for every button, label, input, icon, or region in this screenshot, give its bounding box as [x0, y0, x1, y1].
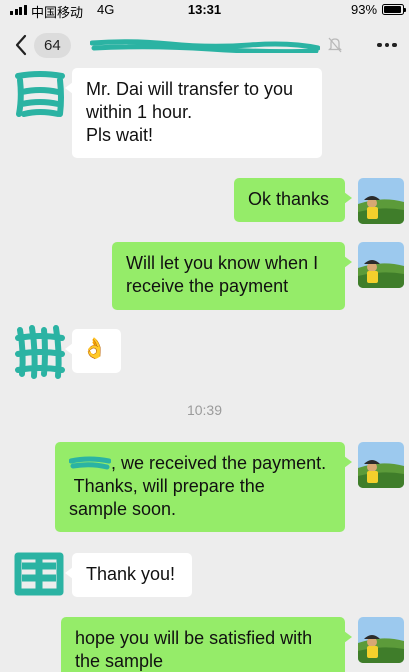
avatar-photo-icon	[358, 617, 404, 663]
contact-avatar-redacted[interactable]	[14, 70, 66, 118]
message-text-line: hope you will be satisfied with	[75, 628, 313, 648]
message-bubble-outgoing[interactable]: Ok thanks	[234, 178, 352, 222]
battery-percent: 93%	[351, 2, 378, 17]
message-bubble-incoming[interactable]: Thank you!	[65, 553, 192, 597]
avatar-photo-icon	[358, 442, 404, 488]
message-text-fragment: , we received the payment.	[111, 453, 327, 473]
message-text-line: receive the payment	[126, 276, 289, 296]
my-avatar[interactable]	[358, 178, 404, 224]
message-bubble-outgoing[interactable]: , we received the payment. Thanks, will …	[55, 442, 352, 532]
mute-notification-icon	[328, 37, 342, 53]
more-dot-icon	[384, 42, 390, 48]
message-bubble-incoming[interactable]: 👌	[65, 329, 121, 373]
message-text-line: Pls wait!	[86, 125, 154, 145]
contact-avatar-redacted[interactable]	[14, 550, 64, 598]
status-bar: 中国移动 4G 13:31 93%	[0, 0, 409, 20]
message-text-line: Will let you know when I	[126, 253, 319, 273]
chat-title[interactable]	[90, 33, 320, 55]
timestamp-divider: 10:39	[186, 402, 223, 418]
contact-avatar-redacted[interactable]	[14, 324, 66, 380]
battery-icon	[382, 4, 406, 15]
message-bubble-incoming[interactable]: Mr. Dai will transfer to you within 1 ho…	[65, 68, 322, 158]
redaction-scribble	[90, 39, 320, 53]
more-dot-icon	[392, 42, 397, 48]
message-bubble-outgoing[interactable]: Will let you know when I receive the pay…	[112, 242, 352, 310]
more-options-button[interactable]	[372, 34, 402, 56]
clock: 13:31	[187, 2, 222, 17]
my-avatar[interactable]	[358, 442, 404, 488]
back-button[interactable]: 64	[14, 30, 74, 60]
message-text-line: Thank you!	[86, 564, 176, 584]
avatar-photo-icon	[358, 178, 404, 224]
my-avatar[interactable]	[358, 242, 404, 288]
battery-level-fill	[384, 6, 401, 13]
my-avatar[interactable]	[358, 617, 404, 663]
more-dot-icon	[377, 42, 382, 48]
message-bubble-outgoing[interactable]: hope you will be satisfied with the samp…	[61, 617, 352, 672]
message-text-line: within 1 hour.	[86, 102, 193, 122]
message-text-line: , we received the payment.	[69, 452, 331, 475]
message-text-line: Ok thanks	[248, 189, 330, 209]
message-text-line: sample soon.	[69, 499, 177, 519]
ok-hand-emoji: 👌	[82, 338, 107, 360]
redaction-scribble	[69, 456, 111, 470]
chevron-left-icon	[15, 34, 27, 56]
message-text-line: Thanks, will prepare the	[69, 476, 265, 496]
message-text-line: the sample	[75, 651, 164, 671]
chat-header: 64	[0, 22, 409, 68]
unread-count-badge: 64	[34, 32, 71, 58]
message-text-line: Mr. Dai will transfer to you	[86, 79, 294, 99]
avatar-photo-icon	[358, 242, 404, 288]
